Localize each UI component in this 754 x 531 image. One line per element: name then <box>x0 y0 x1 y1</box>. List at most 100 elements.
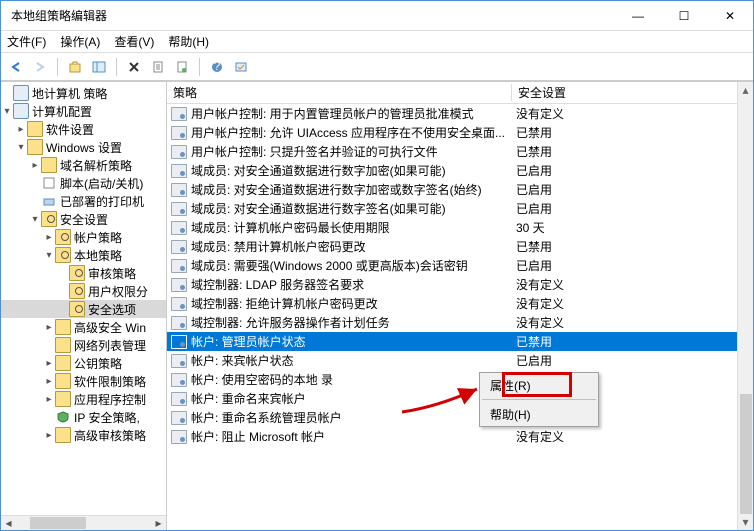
computer-icon <box>13 85 29 101</box>
tree-item[interactable]: 域名解析策略 <box>60 157 132 174</box>
close-button[interactable]: ✕ <box>707 1 753 31</box>
expander-icon[interactable]: ▸ <box>43 430 55 441</box>
list-vscrollbar[interactable]: ▴ ▾ <box>737 82 753 530</box>
scroll-thumb[interactable] <box>30 517 86 529</box>
folder-icon <box>41 157 57 173</box>
policy-row[interactable]: 域控制器: 拒绝计算机帐户密码更改没有定义 <box>167 294 753 313</box>
tree-hscrollbar[interactable]: ◂ ▸ <box>1 515 166 530</box>
help-button[interactable]: ? <box>206 56 228 78</box>
tree-item[interactable]: 软件设置 <box>46 121 94 138</box>
expander-icon[interactable]: ▸ <box>43 376 55 387</box>
scroll-right-icon[interactable]: ▸ <box>151 516 166 531</box>
show-hide-tree-button[interactable] <box>88 56 110 78</box>
policy-row[interactable]: 帐户: 来宾帐户状态已启用 <box>167 351 753 370</box>
policy-row[interactable]: 用户帐户控制: 允许 UIAccess 应用程序在不使用安全桌面...已禁用 <box>167 123 753 142</box>
maximize-button[interactable]: ☐ <box>661 1 707 31</box>
tree-item[interactable]: 公钥策略 <box>74 355 122 372</box>
policy-row[interactable]: 帐户: 重命名系统管理员帐户Administrator <box>167 408 753 427</box>
policy-icon <box>171 259 187 273</box>
tree-item[interactable]: 本地策略 <box>74 247 122 264</box>
expander-icon[interactable]: ▾ <box>1 106 13 117</box>
policy-setting: 已启用 <box>512 181 753 198</box>
delete-button[interactable] <box>123 56 145 78</box>
policy-row[interactable]: 用户帐户控制: 只提升签名并验证的可执行文件已禁用 <box>167 142 753 161</box>
scroll-down-icon[interactable]: ▾ <box>738 514 754 530</box>
policy-setting: 已启用 <box>512 257 753 274</box>
forward-button[interactable] <box>29 56 51 78</box>
minimize-button[interactable]: — <box>615 1 661 31</box>
policy-row[interactable]: 域成员: 对安全通道数据进行数字加密(如果可能)已启用 <box>167 161 753 180</box>
policy-name: 域成员: 计算机帐户密码最长使用期限 <box>191 219 390 236</box>
policy-name: 域成员: 对安全通道数据进行数字加密或数字签名(始终) <box>191 181 482 198</box>
tree-item[interactable]: 高级审核策略 <box>74 427 146 444</box>
expander-icon[interactable]: ▸ <box>43 322 55 333</box>
policy-row[interactable]: 帐户: 管理员帐户状态已禁用 <box>167 332 753 351</box>
folder-icon <box>27 121 43 137</box>
policy-icon <box>171 164 187 178</box>
scroll-up-icon[interactable]: ▴ <box>738 82 754 98</box>
tree-item[interactable]: IP 安全策略, <box>74 409 140 426</box>
header-policy[interactable]: 策略 <box>167 84 512 101</box>
policy-row[interactable]: 帐户: 阻止 Microsoft 帐户没有定义 <box>167 427 753 446</box>
policy-row[interactable]: 域控制器: LDAP 服务器签名要求没有定义 <box>167 275 753 294</box>
folder-icon <box>55 337 71 353</box>
expander-icon[interactable]: ▾ <box>15 142 27 153</box>
export-button[interactable] <box>147 56 169 78</box>
menu-action[interactable]: 操作(A) <box>60 33 100 50</box>
up-button[interactable] <box>64 56 86 78</box>
tree-item[interactable]: 审核策略 <box>88 265 136 282</box>
folder-icon <box>69 283 85 299</box>
tree-pane[interactable]: 地计算机 策略 ▾ 计算机配置 ▸ 软件设置 ▾ Windows 设置 ▸ 域名解析策略… <box>1 82 167 530</box>
tree-item[interactable]: 高级安全 Win <box>74 319 146 336</box>
policy-row[interactable]: 域控制器: 允许服务器操作者计划任务没有定义 <box>167 313 753 332</box>
tree-item[interactable]: 帐户策略 <box>74 229 122 246</box>
refresh-button[interactable] <box>230 56 252 78</box>
ctx-help[interactable]: 帮助(H) <box>480 402 598 426</box>
menu-view[interactable]: 查看(V) <box>114 33 154 50</box>
policy-name: 域控制器: 拒绝计算机帐户密码更改 <box>191 295 378 312</box>
tree-item[interactable]: 用户权限分 <box>88 283 148 300</box>
header-security[interactable]: 安全设置 <box>512 84 753 101</box>
scroll-left-icon[interactable]: ◂ <box>1 516 16 531</box>
tree-item[interactable]: 软件限制策略 <box>74 373 146 390</box>
policy-name: 帐户: 阻止 Microsoft 帐户 <box>191 428 325 445</box>
policy-row[interactable]: 域成员: 计算机帐户密码最长使用期限30 天 <box>167 218 753 237</box>
toolbar: ? <box>1 53 753 81</box>
policy-row[interactable]: 域成员: 对安全通道数据进行数字签名(如果可能)已启用 <box>167 199 753 218</box>
policy-setting: 没有定义 <box>512 314 753 331</box>
expander-icon[interactable]: ▸ <box>43 358 55 369</box>
policy-row[interactable]: 域成员: 需要强(Windows 2000 或更高版本)会话密钥已启用 <box>167 256 753 275</box>
expander-icon[interactable]: ▾ <box>29 214 41 225</box>
list-body[interactable]: 用户帐户控制: 用于内置管理员帐户的管理员批准模式没有定义用户帐户控制: 允许 … <box>167 104 753 530</box>
folder-icon <box>69 265 85 281</box>
policy-icon <box>171 373 187 387</box>
tree-item[interactable]: 网络列表管理 <box>74 337 146 354</box>
ctx-properties[interactable]: 属性(R) <box>480 373 598 397</box>
tree-root[interactable]: 地计算机 策略 <box>32 85 107 102</box>
policy-row[interactable]: 域成员: 禁用计算机帐户密码更改已禁用 <box>167 237 753 256</box>
tree-item[interactable]: 计算机配置 <box>32 103 92 120</box>
tree-item[interactable]: 已部署的打印机 <box>60 193 144 210</box>
scroll-thumb[interactable] <box>740 394 752 514</box>
policy-row[interactable]: 帐户: 使用空密码的本地 录已启用 <box>167 370 753 389</box>
back-button[interactable] <box>5 56 27 78</box>
menu-help[interactable]: 帮助(H) <box>168 33 209 50</box>
tree-item[interactable]: 脚本(启动/关机) <box>60 175 143 192</box>
policy-name: 帐户: 重命名来宾帐户 <box>191 390 306 407</box>
tree-item[interactable]: 应用程序控制 <box>74 391 146 408</box>
policy-row[interactable]: 用户帐户控制: 用于内置管理员帐户的管理员批准模式没有定义 <box>167 104 753 123</box>
policy-row[interactable]: 帐户: 重命名来宾帐户Guest <box>167 389 753 408</box>
expander-icon[interactable]: ▸ <box>29 160 41 171</box>
tree-item[interactable]: 安全设置 <box>60 211 108 228</box>
script-icon <box>41 175 57 191</box>
policy-icon <box>171 335 187 349</box>
menu-file[interactable]: 文件(F) <box>7 33 46 50</box>
tree-item[interactable]: Windows 设置 <box>46 139 122 156</box>
expander-icon[interactable]: ▾ <box>43 250 55 261</box>
expander-icon[interactable]: ▸ <box>15 124 27 135</box>
tree-item-selected[interactable]: 安全选项 <box>88 301 136 318</box>
policy-row[interactable]: 域成员: 对安全通道数据进行数字加密或数字签名(始终) 已启用 <box>167 180 753 199</box>
expander-icon[interactable]: ▸ <box>43 232 55 243</box>
expander-icon[interactable]: ▸ <box>43 394 55 405</box>
properties-button[interactable] <box>171 56 193 78</box>
